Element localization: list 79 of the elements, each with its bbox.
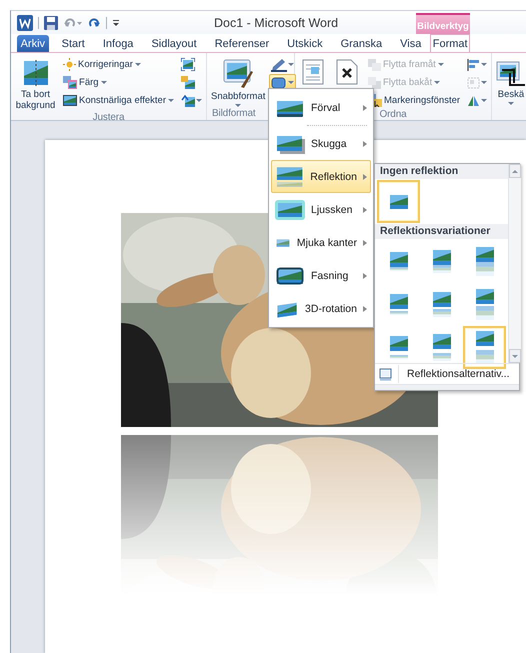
menu-item[interactable]: Reflektion — [271, 160, 371, 193]
align-icon — [467, 58, 480, 70]
submenu-arrow-icon — [363, 140, 367, 146]
scroll-down-button[interactable] — [509, 349, 521, 363]
landscape-icon — [390, 294, 408, 315]
word-logo-icon — [17, 15, 33, 31]
image-icon — [181, 58, 195, 71]
ribbon-button[interactable]: Färg — [60, 74, 177, 91]
ribbon-button[interactable]: Snabbformat — [209, 56, 268, 108]
menu-item[interactable]: Fasning — [271, 259, 371, 292]
save-icon — [44, 16, 58, 30]
file-tab[interactable]: Arkiv — [17, 35, 49, 52]
reflection-option[interactable] — [377, 180, 420, 223]
window-title: Doc1 - Microsoft Word — [214, 16, 340, 30]
menu-item[interactable]: Förval — [271, 91, 371, 124]
submenu-arrow-icon — [363, 272, 367, 278]
ribbon-button[interactable]: Konstnärliga effekter — [60, 92, 177, 109]
image-icon — [181, 76, 195, 89]
ribbon-button[interactable]: Korrigeringar — [60, 56, 177, 73]
pencil-icon — [271, 58, 288, 72]
frame-icon — [379, 368, 392, 380]
submenu-arrow-icon — [363, 240, 367, 246]
ribbon-tab[interactable]: Sidlayout — [142, 35, 206, 52]
document-icon — [301, 59, 325, 85]
undo-icon — [63, 17, 83, 29]
sun-icon — [63, 58, 76, 71]
group-label: Ordna — [378, 109, 408, 120]
ribbon-button[interactable]: Ta bort bakgrund — [13, 56, 58, 112]
shape-icon — [271, 76, 288, 90]
image-icon — [63, 76, 78, 89]
menu-item[interactable]: Reflektionsalternativ... — [405, 368, 512, 380]
ribbon-tab[interactable]: Referenser — [206, 35, 278, 52]
ribbon-tab[interactable]: Utskick — [278, 35, 332, 52]
submenu-arrow-icon — [363, 206, 367, 212]
ribbon-tab[interactable]: Format — [430, 34, 470, 52]
ribbon-tab[interactable]: Granska — [332, 35, 392, 52]
group-label: Justera — [92, 112, 126, 120]
submenu-arrow-icon — [363, 174, 367, 180]
section-header: Reflektionsvariationer — [375, 224, 508, 239]
scroll-up-button[interactable] — [509, 164, 521, 178]
menu-item[interactable]: Ljussken — [271, 193, 371, 226]
landscape-icon — [390, 194, 408, 208]
document-icon — [335, 59, 359, 85]
reflection-option[interactable] — [463, 326, 506, 369]
landscape-icon — [390, 252, 408, 271]
landscape-icon — [432, 250, 450, 273]
section-header: Ingen reflektion — [375, 164, 508, 179]
landscape-icon — [476, 289, 494, 320]
menu-item[interactable]: Mjuka kanter — [271, 226, 371, 259]
landscape-icon — [22, 59, 50, 87]
landscape-icon — [432, 292, 450, 317]
ribbon-tab[interactable]: Start — [52, 35, 94, 52]
submenu-arrow-icon — [363, 306, 367, 312]
ribbon-button[interactable]: Beskä — [494, 56, 526, 106]
landscape-icon — [275, 264, 305, 286]
rotate-icon — [467, 94, 480, 106]
landscape-icon — [432, 334, 450, 361]
ribbon-tab[interactable]: Infoga — [94, 35, 142, 52]
group-label: Bildformat — [211, 108, 257, 120]
group-icon — [467, 76, 480, 88]
landscape-icon — [275, 198, 305, 220]
resize-grip[interactable] — [375, 384, 519, 390]
landscape-icon — [275, 166, 304, 188]
redo-icon — [88, 17, 101, 29]
customize-menu-icon — [112, 18, 120, 28]
landscape-icon — [476, 331, 494, 364]
landscape-icon — [476, 247, 494, 276]
image-icon — [181, 94, 195, 107]
menu-item[interactable]: 3D-rotation — [271, 292, 371, 325]
image-brush-icon — [223, 59, 254, 89]
ribbon-icon-button[interactable] — [269, 56, 296, 73]
image-icon — [63, 94, 78, 107]
landscape-icon — [390, 336, 408, 359]
ribbon-icon-button[interactable] — [465, 56, 490, 73]
contextual-tab-label: Bildverktyg — [416, 13, 470, 34]
menu-item[interactable]: Skugga — [271, 127, 371, 160]
crop-icon — [496, 59, 526, 87]
ribbon-tab[interactable]: Visa — [391, 35, 430, 52]
submenu-arrow-icon — [363, 104, 367, 110]
